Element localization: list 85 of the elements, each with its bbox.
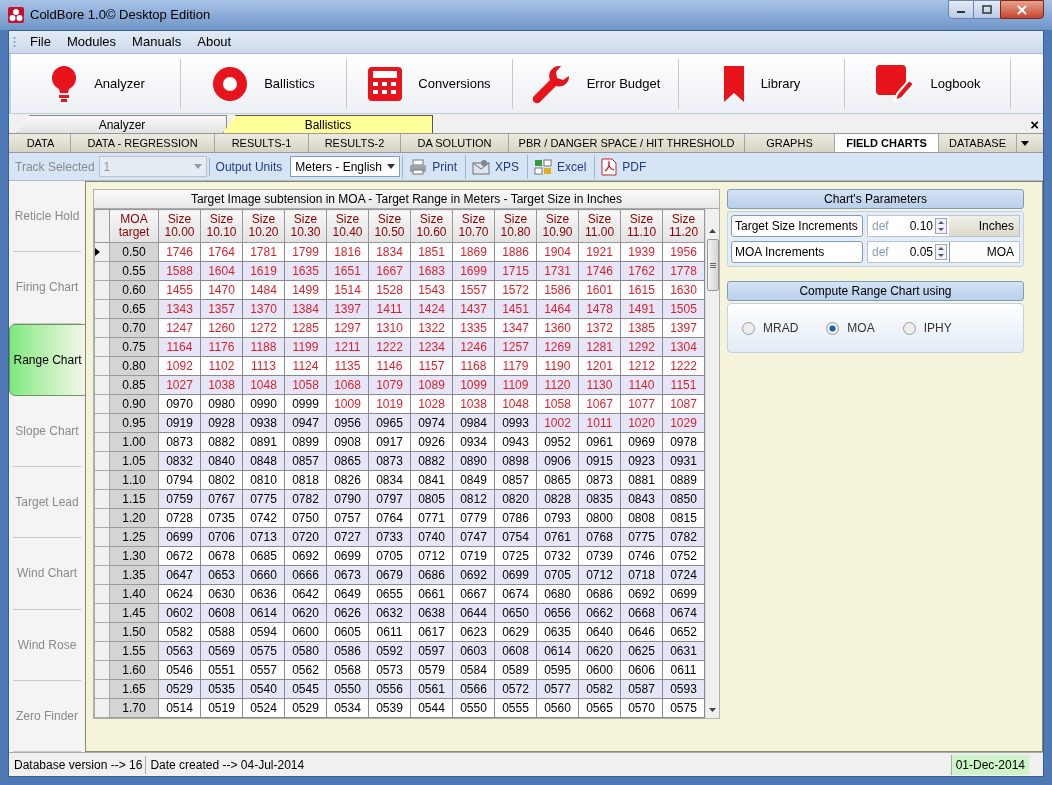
- export-button[interactable]: Print: [402, 154, 463, 179]
- module-tab[interactable]: Analyzer: [17, 115, 227, 133]
- export-button[interactable]: PDF: [594, 154, 653, 179]
- pdf-document-icon: [601, 157, 618, 176]
- units-label: Output Units: [208, 157, 289, 176]
- column-header: Size 10.70: [452, 209, 495, 243]
- column-header: Size 10.20: [242, 209, 285, 243]
- column-header: Size 10.90: [536, 209, 579, 243]
- target-icon: [212, 65, 249, 102]
- section-header: Chart's Parameters: [727, 189, 1024, 209]
- column-header: MOA target: [109, 209, 159, 243]
- side-tab[interactable]: Range Chart: [9, 323, 86, 396]
- column-header: Size 10.30: [284, 209, 327, 243]
- envelope-icon: [472, 158, 490, 175]
- column-header: Size 10.10: [200, 209, 243, 243]
- menu-item[interactable]: File: [22, 32, 59, 52]
- column-header: Size 10.40: [326, 209, 369, 243]
- grip-icon: [709, 262, 716, 268]
- radio-option[interactable]: MOA: [826, 319, 875, 337]
- scroll-up-icon: [709, 229, 716, 233]
- bookmark-icon: [722, 65, 745, 102]
- sub-tab[interactable]: DA SOLUTION: [401, 134, 509, 152]
- grip-icon: [13, 36, 16, 48]
- sub-tab[interactable]: DATA - REGRESSION: [71, 134, 215, 152]
- module-button[interactable]: Conversions: [347, 58, 513, 109]
- radio-option[interactable]: IPHY: [902, 319, 952, 337]
- maximize-button[interactable]: [974, 0, 1000, 19]
- module-button[interactable]: Analyzer: [15, 58, 181, 109]
- printer-icon: [409, 158, 428, 175]
- column-header: Size 11.10: [620, 209, 663, 243]
- radio-option[interactable]: MRAD: [742, 319, 799, 337]
- lightbulb-icon: [50, 64, 79, 103]
- status-text: Database version --> 16: [11, 755, 147, 774]
- window-title: ColdBore 1.0© Desktop Edition: [30, 6, 211, 25]
- parameter-label: MOA Increments: [731, 241, 863, 263]
- sub-tab[interactable]: RESULTS-2: [309, 134, 401, 152]
- scrollbar-thumb[interactable]: [706, 239, 719, 291]
- close-tab-button[interactable]: ×: [1030, 117, 1039, 132]
- menu-item[interactable]: About: [189, 32, 240, 52]
- export-button[interactable]: XPS: [465, 154, 525, 179]
- grid-title: Target Image subtension in MOA - Target Range in Meters - Target Size in Inches: [94, 190, 719, 209]
- module-button[interactable]: Error Budget: [513, 58, 679, 109]
- status-date: 01-Dec-2014: [950, 754, 1029, 775]
- column-header: Size 10.60: [410, 209, 453, 243]
- spinner-icon: [935, 244, 947, 260]
- column-header: Size 10.50: [368, 209, 411, 243]
- caret-icon: [387, 164, 396, 169]
- caret-icon: [193, 164, 202, 169]
- wrench-icon: [530, 63, 571, 104]
- sub-tab[interactable]: RESULTS-1: [215, 134, 309, 152]
- sub-tab[interactable]: DATA: [11, 134, 71, 152]
- module-tab[interactable]: Ballistics: [223, 115, 433, 133]
- number-field[interactable]: def 0.10 Inches: [867, 215, 1020, 237]
- module-button[interactable]: Logbook: [845, 58, 1011, 109]
- menu-item[interactable]: Modules: [58, 32, 125, 52]
- sub-tab[interactable]: PBR / DANGER SPACE / HIT THRESHOLD: [509, 134, 745, 152]
- close-button[interactable]: [1000, 0, 1044, 19]
- column-header: Size 10.80: [494, 209, 537, 243]
- maximize-icon: [982, 5, 992, 14]
- column-header: Size 10.00: [158, 209, 201, 243]
- spinner-icon: [935, 218, 947, 234]
- module-button[interactable]: Ballistics: [181, 58, 347, 109]
- menu-item[interactable]: Manuals: [124, 32, 190, 52]
- scroll-down-icon: [709, 708, 716, 712]
- status-text: Date created --> 04-Jul-2014: [149, 756, 306, 774]
- scrollbar[interactable]: [705, 209, 719, 718]
- sub-tab[interactable]: DATABASE: [939, 134, 1017, 152]
- export-button[interactable]: Excel: [527, 154, 593, 179]
- column-header: Size 11.20: [662, 209, 705, 243]
- column-header: Size 11.00: [578, 209, 621, 243]
- calculator-icon: [368, 66, 403, 101]
- module-button[interactable]: Library: [679, 58, 845, 109]
- pencil-square-icon: [874, 63, 915, 104]
- close-icon: [1017, 4, 1027, 15]
- track-label: Track Selected: [14, 158, 96, 176]
- parameter-label: Target Size Increments: [731, 215, 863, 237]
- number-field[interactable]: def 0.05 MOA: [867, 241, 1020, 263]
- minimize-button[interactable]: [948, 0, 974, 19]
- current-row-icon: [95, 248, 100, 256]
- app-logo-icon: [8, 7, 24, 23]
- dropdown[interactable]: Meters - English: [290, 156, 401, 177]
- spreadsheet-icon: [534, 158, 552, 175]
- sub-tab[interactable]: FIELD CHARTS: [835, 134, 939, 152]
- caret-icon: [1021, 140, 1029, 146]
- section-header: Compute Range Chart using: [727, 281, 1024, 301]
